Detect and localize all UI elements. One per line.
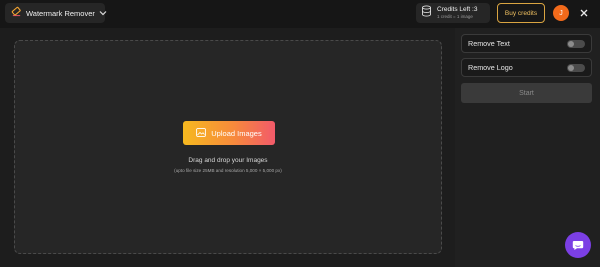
remove-text-toggle[interactable] [567, 39, 585, 48]
buy-credits-button[interactable]: Buy credits [497, 3, 545, 23]
credits-info: Credits Left :3 1 credit = 1 image [416, 3, 490, 23]
upload-images-button[interactable]: Upload Images [183, 121, 275, 145]
top-bar: Watermark Remover Credits Left :3 1 cred… [0, 0, 600, 28]
app-window: Watermark Remover Credits Left :3 1 cred… [0, 0, 600, 267]
remove-logo-toggle[interactable] [567, 63, 585, 72]
coins-icon [421, 4, 432, 22]
chevron-down-icon [99, 10, 107, 16]
start-button[interactable]: Start [461, 83, 592, 103]
chat-icon[interactable] [565, 232, 591, 258]
drop-title: Drag and drop your Images [188, 157, 268, 164]
drop-subtitle: (upto file size 25MB and resolution 5,00… [174, 168, 282, 173]
option-remove-logo[interactable]: Remove Logo [461, 58, 592, 77]
credits-left: Credits Left :3 [437, 5, 478, 13]
option-label: Remove Logo [468, 63, 513, 72]
tool-selector[interactable]: Watermark Remover [5, 3, 107, 23]
tool-name: Watermark Remover [26, 8, 95, 18]
avatar[interactable]: J [553, 5, 569, 21]
option-remove-text[interactable]: Remove Text [461, 34, 592, 53]
close-icon[interactable] [575, 4, 593, 22]
credits-rate: 1 credit = 1 image [437, 14, 473, 19]
image-upload-icon [196, 127, 207, 139]
option-label: Remove Text [468, 39, 510, 48]
upload-dropzone[interactable]: Upload Images Drag and drop your Images … [14, 40, 442, 254]
eraser-icon [11, 4, 22, 22]
main-area: Upload Images Drag and drop your Images … [0, 28, 455, 267]
options-panel: Remove Text Remove Logo Start [455, 28, 600, 267]
upload-images-label: Upload Images [211, 128, 262, 138]
